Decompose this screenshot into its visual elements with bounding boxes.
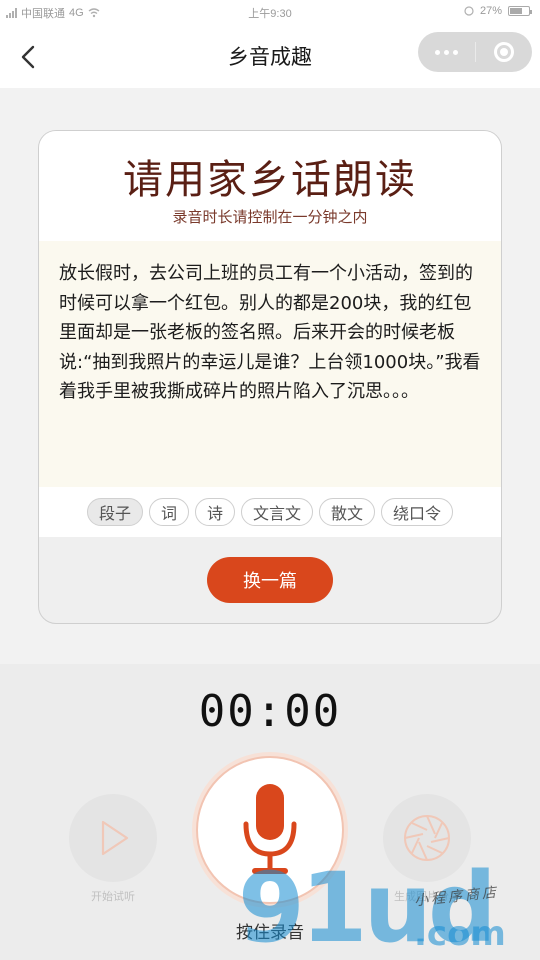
close-button[interactable] <box>476 32 532 72</box>
share-image-button[interactable] <box>383 794 471 882</box>
recorder-panel: 00:00 开始试听 按住录音 生成图片分享 <box>0 664 540 960</box>
tag-shi[interactable]: 诗 <box>194 498 235 526</box>
microphone-icon <box>243 784 297 874</box>
more-dot <box>444 49 449 55</box>
category-tags: 段子 词 诗 文言文 散文 绕口令 <box>39 487 501 537</box>
battery-label: 27% <box>479 5 502 17</box>
target-icon <box>494 42 514 62</box>
tag-ci[interactable]: 词 <box>148 498 189 526</box>
aperture-icon <box>404 815 450 861</box>
tag-duanzi[interactable]: 段子 <box>86 498 143 526</box>
battery-icon <box>508 6 532 16</box>
record-button[interactable] <box>196 756 344 904</box>
tag-wenyanwen[interactable]: 文言文 <box>241 498 314 526</box>
tag-raokouling[interactable]: 绕口令 <box>381 498 454 526</box>
more-dots-icon <box>435 49 440 55</box>
main-area: 请用家乡话朗读 录音时长请控制在一分钟之内 放长假时，去公司上班的员工有一个小活… <box>0 88 540 664</box>
status-right: 27% <box>464 5 532 17</box>
share-image-label: 生成图片分享 <box>394 890 460 903</box>
hold-to-record-label: 按住录音 <box>236 923 304 943</box>
more-button[interactable] <box>418 32 475 72</box>
reading-card: 请用家乡话朗读 录音时长请控制在一分钟之内 放长假时，去公司上班的员工有一个小活… <box>38 130 502 624</box>
card-header: 请用家乡话朗读 录音时长请控制在一分钟之内 <box>39 131 501 241</box>
play-icon <box>101 820 129 856</box>
card-title: 请用家乡话朗读 <box>123 157 417 203</box>
more-dot <box>453 49 458 55</box>
swap-passage-button[interactable]: 换一篇 <box>207 557 333 603</box>
preview-label: 开始试听 <box>91 890 135 903</box>
preview-button[interactable] <box>69 794 157 882</box>
nav-bar: 乡音成趣 <box>0 24 540 88</box>
card-subtitle: 录音时长请控制在一分钟之内 <box>172 208 368 226</box>
alarm-icon <box>464 6 474 16</box>
tag-sanwen[interactable]: 散文 <box>319 498 376 526</box>
mini-program-capsule <box>418 32 532 72</box>
status-time: 上午9:30 <box>248 8 292 20</box>
status-bar: 中国联通 4G 上午9:30 27% <box>0 0 540 24</box>
record-timer: 00:00 <box>198 686 342 737</box>
passage-text: 放长假时，去公司上班的员工有一个小活动，签到的时候可以拿一个红包。别人的都是20… <box>39 241 501 487</box>
